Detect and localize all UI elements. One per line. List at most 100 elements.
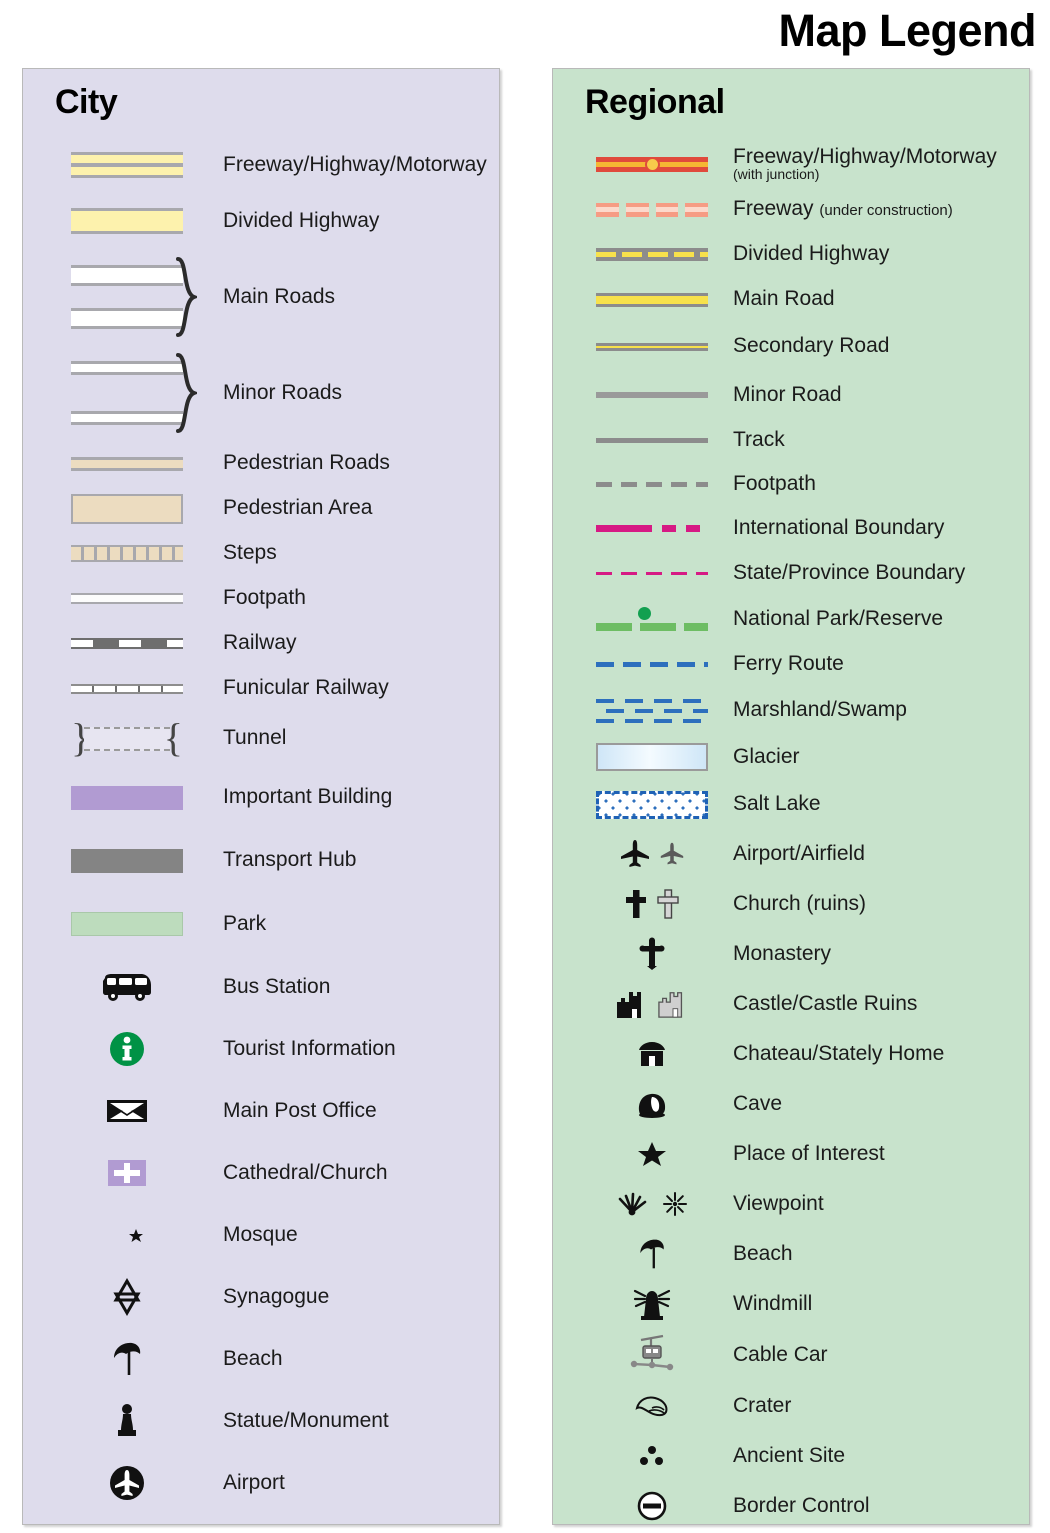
legend-label: Minor Road: [733, 382, 842, 406]
legend-label: Tunnel: [223, 726, 287, 750]
legend-row-salt-lake: Salt Lake: [553, 780, 1029, 829]
legend-row-cathedral-church: Cathedral/Church: [23, 1142, 499, 1204]
city-legend-panel: City Freeway/Highway/Motorway Divided Hi…: [22, 68, 500, 1525]
legend-row-airport-airfield: Airport/Airfield: [553, 829, 1029, 879]
star-of-david-icon: [51, 1278, 203, 1316]
legend-row-steps: Steps: [23, 531, 499, 576]
legend-row-airport: Airport: [23, 1452, 499, 1514]
legend-label: Beach: [733, 1241, 793, 1265]
envelope-icon: [51, 1097, 203, 1125]
legend-row-ferry-route: Ferry Route: [553, 642, 1029, 687]
legend-label: National Park/Reserve: [733, 606, 944, 630]
legend-row-monastery: Monastery: [553, 929, 1029, 979]
legend-label: Viewpoint: [733, 1191, 824, 1215]
info-circle-icon: [51, 1030, 203, 1068]
legend-sublabel: (under construction): [819, 202, 953, 220]
castle-icon: [617, 992, 641, 1018]
main-road-symbol: [593, 292, 711, 307]
legend-label: Place of Interest: [733, 1141, 885, 1165]
legend-label: Salt Lake: [733, 792, 821, 816]
regional-panel-heading: Regional: [585, 83, 725, 121]
statue-icon: [51, 1402, 203, 1440]
legend-row-minor-roads: Minor Roads: [23, 345, 499, 441]
ferry-route-symbol: [593, 662, 711, 667]
airplane-icon: [621, 840, 649, 867]
legend-label: Divided Highway: [733, 242, 890, 266]
minus-circle-icon: [593, 1490, 711, 1522]
legend-label: Chateau/Stately Home: [733, 1041, 945, 1065]
legend-label: Glacier: [733, 744, 800, 768]
important-building-symbol: [51, 785, 203, 810]
legend-label: Airport/Airfield: [733, 841, 865, 865]
airport-airfield-symbols: [593, 839, 711, 869]
legend-row-border-control: Border Control: [553, 1481, 1029, 1531]
legend-row-pedestrian-area: Pedestrian Area: [23, 486, 499, 531]
legend-label: Minor Roads: [223, 380, 343, 404]
cross-icon: [626, 890, 646, 918]
legend-label: Main Roads: [223, 284, 336, 308]
parasol-icon: [51, 1340, 203, 1378]
castle-symbols: [593, 988, 711, 1020]
parasol-icon: [593, 1237, 711, 1271]
footpath-symbol: [593, 481, 711, 487]
red-freeway-junction-symbol: [593, 156, 711, 172]
tunnel-bracket-right: {: [163, 714, 183, 760]
pedestrian-area-symbol: [51, 493, 203, 524]
legend-row-ancient-site: Ancient Site: [553, 1431, 1029, 1481]
legend-row-main-road: Main Road: [553, 277, 1029, 322]
legend-label: Pedestrian Area: [223, 496, 373, 520]
track-symbol: [593, 438, 711, 443]
legend-label: Freeway: [733, 197, 820, 221]
legend-label: Funicular Railway: [223, 676, 389, 700]
legend-row-place-of-interest: Place of Interest: [553, 1129, 1029, 1179]
legend-row-funicular-railway: Funicular Railway: [23, 666, 499, 711]
legend-label: Marshland/Swamp: [733, 698, 907, 722]
legend-row-beach: Beach: [23, 1328, 499, 1390]
divided-highway-symbol: [593, 248, 711, 261]
legend-label: Cathedral/Church: [223, 1160, 388, 1184]
church-ruins-symbols: [593, 888, 711, 920]
legend-label: Cave: [733, 1091, 783, 1115]
cross-ruins-icon: [657, 889, 679, 919]
legend-label: Beach: [223, 1346, 283, 1370]
crater-icon: [593, 1394, 711, 1418]
mansion-icon: [593, 1040, 711, 1068]
legend-row-minor-road: Minor Road: [553, 371, 1029, 419]
airplane-light-icon: [660, 842, 684, 865]
legend-row-cave: Cave: [553, 1079, 1029, 1129]
legend-label: Castle/Castle Ruins: [733, 991, 918, 1015]
legend-label: Important Building: [223, 785, 393, 809]
star-icon: [593, 1140, 711, 1168]
state-province-boundary-symbol: [593, 572, 711, 575]
minor-road-symbol: [593, 392, 711, 398]
legend-label: Church (ruins): [733, 891, 867, 915]
legend-label: Freeway/Highway/Motorway: [223, 152, 487, 176]
secondary-road-symbol: [593, 342, 711, 351]
divided-highway-symbol: [51, 208, 203, 234]
legend-row-state-province-boundary: State/Province Boundary: [553, 551, 1029, 596]
legend-label: Statue/Monument: [223, 1408, 389, 1432]
freeway-under-construction-symbol: [593, 202, 711, 217]
legend-label: Crater: [733, 1393, 792, 1417]
legend-row-regional-divided-highway: Divided Highway: [553, 232, 1029, 277]
park-dot: [638, 607, 651, 620]
glacier-symbol: [593, 743, 711, 771]
legend-label: Divided Highway: [223, 208, 380, 232]
legend-label: Mosque: [223, 1222, 298, 1246]
legend-label: Border Control: [733, 1493, 870, 1517]
legend-row-main-roads: Main Roads: [23, 249, 499, 345]
legend-row-important-building: Important Building: [23, 766, 499, 829]
legend-row-divided-highway: Divided Highway: [23, 193, 499, 249]
international-boundary-symbol: [593, 525, 711, 532]
legend-row-transport-hub: Transport Hub: [23, 829, 499, 892]
legend-label: Freeway/Highway/Motorway: [733, 145, 997, 169]
junction-dot: [644, 156, 660, 172]
national-park-symbol: [593, 607, 711, 631]
legend-row-crater: Crater: [553, 1381, 1029, 1431]
legend-row-church-ruins: Church (ruins): [553, 879, 1029, 929]
bus-icon: [51, 972, 203, 1002]
legend-row-windmill: Windmill: [553, 1279, 1029, 1329]
legend-row-cable-car: Cable Car: [553, 1329, 1029, 1381]
legend-label: Footpath: [223, 586, 306, 610]
castle-ruins-icon: [658, 992, 683, 1018]
